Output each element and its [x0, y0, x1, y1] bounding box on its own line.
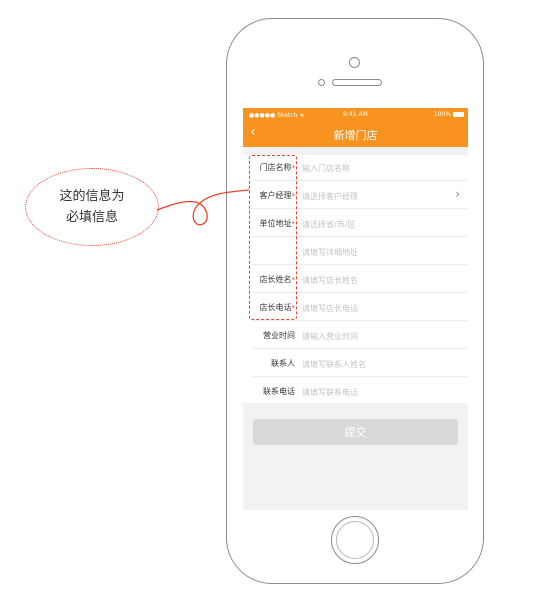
earpiece-speaker [332, 79, 382, 86]
business-hours-input[interactable] [302, 329, 442, 343]
manager-name-input[interactable] [302, 273, 442, 287]
home-button[interactable] [331, 516, 379, 564]
sensor-dot [318, 79, 325, 86]
annotation-text: 这的信息为 必填信息 [25, 186, 159, 228]
form-row-contact-phone: 联系电话 [243, 379, 468, 405]
address-detail-input[interactable] [302, 245, 442, 259]
battery-percent: 100% [433, 111, 451, 118]
chevron-right-icon[interactable]: › [455, 187, 460, 201]
front-camera [349, 57, 360, 68]
contact-phone-input[interactable] [302, 385, 442, 399]
form-row-business-hours: 营业时间 [243, 323, 468, 349]
required-fields-highlight [249, 155, 297, 320]
annotation-line-1: 这的信息为 [59, 189, 125, 204]
annotation-connector-line [156, 189, 250, 226]
address-region-select[interactable] [302, 217, 442, 231]
navigation-bar: ‹ 新增门店 [243, 121, 468, 147]
page-title: 新增门店 [333, 129, 378, 142]
form-row-contact-person: 联系人 [243, 351, 468, 377]
field-label: 联系电话 [263, 387, 295, 396]
submit-button[interactable]: 提交 [253, 419, 458, 445]
manager-phone-input[interactable] [302, 301, 442, 315]
contact-person-input[interactable] [302, 357, 442, 371]
store-name-input[interactable] [302, 161, 442, 175]
account-manager-select[interactable] [302, 189, 442, 203]
field-label: 联系人 [271, 359, 295, 368]
field-label: 营业时间 [263, 331, 295, 340]
status-bar: ●●●●● Sketch ᯤ 9:41 AM 100% [243, 108, 468, 121]
annotation-line-2: 必填信息 [65, 210, 118, 225]
battery-icon [453, 112, 464, 117]
